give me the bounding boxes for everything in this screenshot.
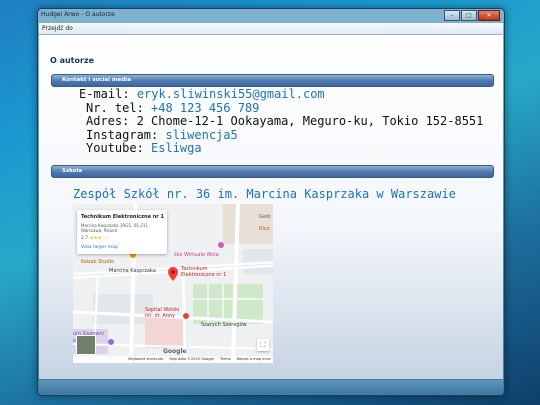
menu-bar: Przejdź do xyxy=(39,23,503,35)
phone-value[interactable]: +48 123 456 789 xyxy=(151,101,259,115)
map-poi-wola: ško Wirtuale Wola xyxy=(174,252,219,258)
map-poi-hospital: Szpital Wolski im. dr. Anny xyxy=(145,307,180,319)
section-header-school-label: Szkoła xyxy=(62,168,83,174)
contact-phone-row: Nr. tel: +48 123 456 789 xyxy=(86,100,259,116)
embedded-map[interactable]: Technikum Elektroniczne nr 1 Marcina Kas… xyxy=(73,204,273,363)
page-title: O autorze xyxy=(50,56,95,65)
instagram-label: Instagram: xyxy=(86,127,159,142)
location-pin-icon[interactable] xyxy=(168,267,178,281)
close-button[interactable]: ✕ xyxy=(478,10,500,21)
minimize-button[interactable]: – xyxy=(444,10,460,21)
rating-value: 2.7 xyxy=(81,236,89,241)
terms-link[interactable]: Terms xyxy=(220,357,231,361)
google-logo: Google xyxy=(163,348,187,355)
email-label: E-mail: xyxy=(79,87,130,101)
map-poi-geib: Geib xyxy=(259,214,271,220)
map-place-name: Technikum Elektroniczne nr 1 xyxy=(81,214,164,220)
map-info-card: Technikum Elektroniczne nr 1 Marcina Kas… xyxy=(77,210,167,254)
contact-youtube-row: Youtube: Esliwga xyxy=(86,141,202,156)
map-poi-kebab: Kebab Studio xyxy=(81,259,115,265)
app-window: Hudgei Arwo - O autorze – □ ✕ Przejdź do… xyxy=(37,8,505,396)
map-place-rating: 2.7 ★★★☆☆ xyxy=(81,236,110,241)
contact-instagram-row: Instagram: sliwencja5 xyxy=(86,127,238,143)
view-larger-map-link[interactable]: View larger map xyxy=(81,245,118,250)
map-poi-szarych: Szarych Szeregów xyxy=(201,322,247,328)
map-data-credit: Map data ©2025 Google xyxy=(169,357,214,361)
content-area: O autorze Kontakt i social media E-mail:… xyxy=(39,35,503,379)
contact-email-row: E-mail: eryk.sliwinski55@gmail.com xyxy=(79,87,325,102)
title-bar[interactable]: Hudgei Arwo - O autorze – □ ✕ xyxy=(38,9,504,23)
section-header-school: Szkoła xyxy=(51,165,494,178)
maximize-button[interactable]: □ xyxy=(461,10,477,21)
section-header-contact: Kontakt i social media xyxy=(51,74,494,87)
section-header-contact-label: Kontakt i social media xyxy=(62,77,131,83)
youtube-link[interactable]: Esliwga xyxy=(151,141,202,155)
report-error-link[interactable]: Report a map error xyxy=(237,357,271,361)
window-title: Hudgei Arwo - O autorze xyxy=(41,11,115,18)
rating-stars-icon: ★★★☆☆ xyxy=(89,236,110,241)
map-attribution: Keyboard shortcuts Map data ©2025 Google… xyxy=(73,356,273,363)
menu-item-przejdz-do[interactable]: Przejdź do xyxy=(42,25,73,32)
address-label: Adres: xyxy=(86,114,130,128)
instagram-link[interactable]: sliwencja5 xyxy=(165,128,237,142)
fullscreen-icon[interactable]: ⛶ xyxy=(257,339,269,351)
satellite-toggle-thumbnail[interactable] xyxy=(76,335,96,355)
keyboard-shortcuts-link[interactable]: Keyboard shortcuts xyxy=(128,357,163,361)
youtube-label: Youtube: xyxy=(86,141,144,155)
map-street-label: Marcina Kasprzaka xyxy=(109,268,156,274)
map-pin-label: Technikum Elektroniczne nr 1 xyxy=(181,266,227,278)
map-poi-rico: Rico xyxy=(259,226,270,232)
contact-address-row: Adres: 2 Chome-12-1 Ookayama, Meguro-ku,… xyxy=(86,114,484,129)
email-value[interactable]: eryk.sliwinski55@gmail.com xyxy=(137,87,325,101)
map-place-address: Marcina Kasprzaka 19/21, 01-211 Warszawa… xyxy=(81,223,149,233)
status-bar xyxy=(39,380,503,393)
window-controls: – □ ✕ xyxy=(443,10,500,21)
address-value: 2 Chome-12-1 Ookayama, Meguro-ku, Tokio … xyxy=(136,114,484,128)
school-name-link[interactable]: Zespół Szkół nr. 36 im. Marcina Kasprzak… xyxy=(73,187,456,201)
phone-label: Nr. tel: xyxy=(86,100,144,115)
